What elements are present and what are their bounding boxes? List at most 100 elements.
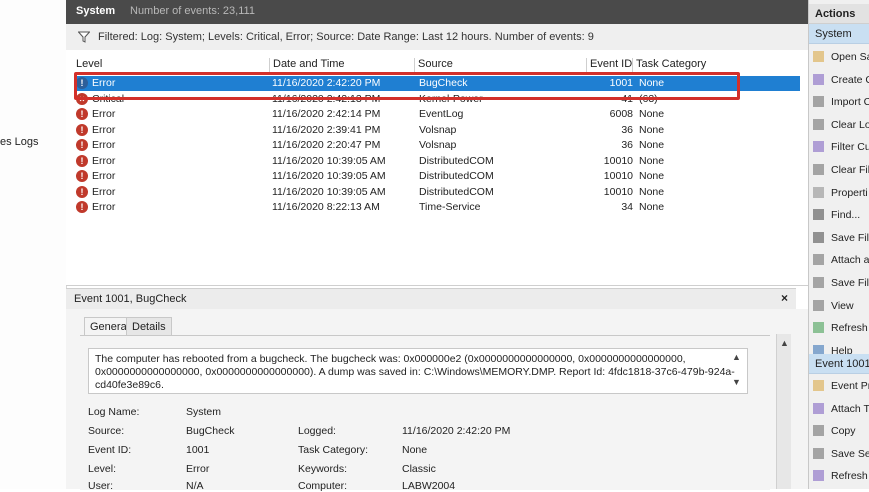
actions-section-system[interactable]: System bbox=[809, 24, 869, 44]
action-item[interactable]: Save Filt bbox=[809, 273, 869, 293]
event-description[interactable]: The computer has rebooted from a bugchec… bbox=[88, 348, 748, 394]
cell-task-category: None bbox=[639, 108, 665, 120]
cell-level: Error bbox=[92, 201, 116, 213]
cell-event-id: 36 bbox=[621, 123, 633, 136]
log-header: System Number of events: 23,111 bbox=[66, 0, 808, 24]
action-item[interactable]: Clear Fil bbox=[809, 160, 869, 180]
action-label: Properti bbox=[831, 186, 868, 199]
action-label: Attach a bbox=[831, 254, 869, 267]
field-label-user: User: bbox=[88, 480, 114, 492]
error-icon: ! bbox=[76, 185, 88, 198]
action-icon bbox=[813, 231, 824, 243]
action-item[interactable]: Refresh bbox=[809, 466, 869, 486]
action-label: Clear Fil bbox=[831, 164, 869, 176]
cell-date: 11/16/2020 10:39:05 AM bbox=[272, 154, 386, 167]
action-icon bbox=[813, 51, 824, 62]
table-row[interactable]: ! Error 11/16/2020 10:39:05 AM DistributedC… bbox=[74, 154, 800, 169]
field-label-level: Level: bbox=[88, 463, 117, 475]
action-item[interactable]: Refresh bbox=[809, 318, 869, 338]
error-icon: ! bbox=[76, 108, 88, 120]
cell-task-category: None bbox=[639, 170, 665, 182]
action-item[interactable]: Filter Cu bbox=[809, 137, 869, 157]
cell-task-category: None bbox=[639, 154, 665, 167]
cell-level: Error bbox=[92, 139, 116, 151]
field-label-source: Source: bbox=[88, 425, 125, 437]
cell-level: Error bbox=[92, 108, 116, 120]
action-label: Create C bbox=[831, 73, 869, 86]
scroll-up-icon[interactable]: ▲ bbox=[780, 338, 789, 348]
action-item[interactable]: Open Sa bbox=[809, 47, 869, 67]
column-header-event-id[interactable]: Event ID bbox=[586, 58, 632, 73]
field-value-keywords: Classic bbox=[402, 463, 436, 475]
table-row[interactable]: ! Error 11/16/2020 10:39:05 AM DistributedC… bbox=[74, 169, 800, 184]
scroll-down-icon[interactable]: ▼ bbox=[732, 377, 741, 387]
table-row[interactable]: ! Error 11/16/2020 2:39:41 PM Volsnap 36 None bbox=[74, 123, 800, 138]
field-label-keywords: Keywords: bbox=[298, 463, 348, 475]
nav-item-logs[interactable]: es Logs bbox=[0, 136, 39, 148]
cell-date: 11/16/2020 10:39:05 AM bbox=[272, 185, 386, 198]
filter-text: Filtered: Log: System; Levels: Critical,… bbox=[98, 31, 594, 43]
cell-source: Time-Service bbox=[419, 201, 481, 213]
action-item[interactable]: Save Sel bbox=[809, 444, 869, 464]
tab-details[interactable]: Details bbox=[126, 317, 172, 336]
action-icon bbox=[813, 118, 824, 130]
action-item[interactable]: Attach a bbox=[809, 250, 869, 270]
cell-level: Error bbox=[92, 185, 116, 198]
actions-title: Actions bbox=[809, 4, 869, 24]
action-icon bbox=[813, 73, 824, 85]
column-header-date[interactable]: Date and Time bbox=[269, 58, 345, 73]
action-item[interactable]: Save Filt bbox=[809, 228, 869, 248]
error-icon: ! bbox=[76, 170, 88, 182]
action-icon bbox=[813, 254, 824, 266]
field-label-task-category: Task Category: bbox=[298, 444, 369, 456]
action-label: Refresh bbox=[831, 470, 868, 483]
field-label-logged: Logged: bbox=[298, 425, 336, 437]
action-item[interactable]: Properti bbox=[809, 183, 869, 203]
action-label: Event Pr bbox=[831, 380, 869, 392]
detail-scrollbar[interactable]: ▲ bbox=[776, 334, 791, 489]
action-label: Copy bbox=[831, 425, 856, 438]
action-item[interactable]: View bbox=[809, 296, 869, 316]
action-item[interactable]: Clear Lo bbox=[809, 115, 869, 135]
selection-highlight-box bbox=[74, 72, 740, 100]
action-label: View bbox=[831, 299, 854, 312]
field-value-source: BugCheck bbox=[186, 425, 235, 437]
action-item[interactable]: Create C bbox=[809, 70, 869, 90]
column-header-level[interactable]: Level bbox=[76, 58, 102, 73]
action-item[interactable]: Copy bbox=[809, 421, 869, 441]
action-icon bbox=[813, 186, 824, 198]
table-row[interactable]: ! Error 11/16/2020 8:22:13 AM Time-Service 3… bbox=[74, 200, 800, 215]
cell-event-id: 36 bbox=[621, 139, 633, 151]
cell-source: EventLog bbox=[419, 108, 464, 120]
cell-event-id: 6008 bbox=[609, 108, 633, 120]
cell-event-id: 10010 bbox=[603, 185, 633, 198]
action-item[interactable]: Import C bbox=[809, 92, 869, 112]
action-label: Save Filt bbox=[831, 277, 869, 289]
left-nav-pane: es Logs bbox=[0, 0, 67, 489]
action-label: Import C bbox=[831, 96, 869, 109]
column-header-task-category[interactable]: Task Category bbox=[632, 58, 706, 73]
actions-pane: Actions System Open Sa Create C Import C Cl… bbox=[808, 0, 869, 489]
close-icon[interactable]: × bbox=[781, 291, 788, 305]
field-value-task-category: None bbox=[402, 444, 428, 456]
action-icon bbox=[813, 470, 824, 482]
field-value-computer: LABW2004 bbox=[402, 480, 456, 492]
cell-date: 11/16/2020 2:20:47 PM bbox=[272, 139, 381, 151]
table-row[interactable]: ! Error 11/16/2020 2:42:14 PM EventLog 6008 N… bbox=[74, 107, 800, 122]
column-header-source[interactable]: Source bbox=[414, 58, 453, 73]
action-item[interactable]: Attach T bbox=[809, 399, 869, 419]
cell-task-category: None bbox=[639, 123, 665, 136]
cell-task-category: None bbox=[639, 201, 665, 213]
cell-level: Error bbox=[92, 170, 116, 182]
actions-section-event[interactable]: Event 1001, B bbox=[809, 354, 869, 374]
action-label: Clear Lo bbox=[831, 118, 869, 131]
error-icon: ! bbox=[76, 139, 88, 151]
action-item[interactable]: Find... bbox=[809, 205, 869, 225]
table-row[interactable]: ! Error 11/16/2020 10:39:05 AM DistributedC… bbox=[74, 185, 800, 200]
table-row[interactable]: ! Error 11/16/2020 2:20:47 PM Volsnap 36 None bbox=[74, 138, 800, 153]
field-value-level: Error bbox=[186, 463, 210, 475]
action-item[interactable]: Event Pr bbox=[809, 376, 869, 396]
scroll-up-icon[interactable]: ▲ bbox=[732, 352, 741, 362]
field-value-event-id: 1001 bbox=[186, 444, 210, 456]
action-icon bbox=[813, 425, 824, 437]
